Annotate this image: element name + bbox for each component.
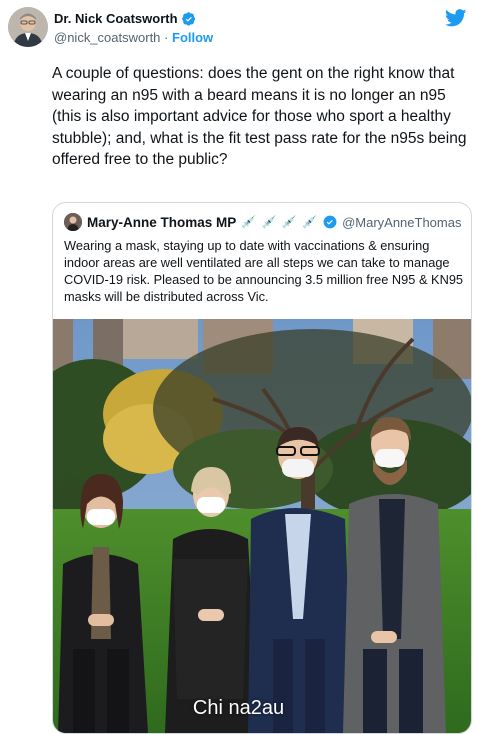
author-name[interactable]: Dr. Nick Coatsworth	[54, 11, 178, 26]
quoted-author-handle[interactable]: @MaryAnneThomas	[342, 215, 461, 230]
quoted-author-avatar[interactable]	[64, 213, 82, 231]
press-photo-image[interactable]	[53, 319, 471, 733]
follow-button[interactable]: Follow	[172, 30, 213, 45]
watermark-text: Chi na2au	[192, 697, 285, 719]
author-avatar[interactable]	[8, 7, 48, 47]
quoted-tweet-header: Mary-Anne Thomas MP 💉 💉 💉 💉 @MaryAnneTho…	[64, 213, 461, 231]
quoted-author-name[interactable]: Mary-Anne Thomas MP	[87, 215, 236, 230]
tweet-text: A couple of questions: does the gent on …	[52, 65, 467, 168]
person-avatar-icon	[8, 7, 48, 47]
separator-dot: ·	[164, 30, 169, 45]
quoted-tweet-text: Wearing a mask, staying up to date with …	[64, 238, 464, 304]
twitter-bird-icon[interactable]	[445, 9, 467, 27]
quoted-tweet-card[interactable]: Mary-Anne Thomas MP 💉 💉 💉 💉 @MaryAnneTho…	[52, 202, 472, 734]
person-avatar-icon	[64, 213, 82, 231]
syringe-emoji-icons: 💉 💉 💉 💉	[241, 215, 319, 229]
author-handle-row: @nick_coatsworth · Follow	[54, 30, 213, 45]
author-handle[interactable]: @nick_coatsworth	[54, 30, 160, 45]
verified-badge-icon	[181, 11, 195, 26]
verified-badge-icon	[323, 215, 337, 229]
author-name-row: Dr. Nick Coatsworth	[54, 11, 196, 26]
